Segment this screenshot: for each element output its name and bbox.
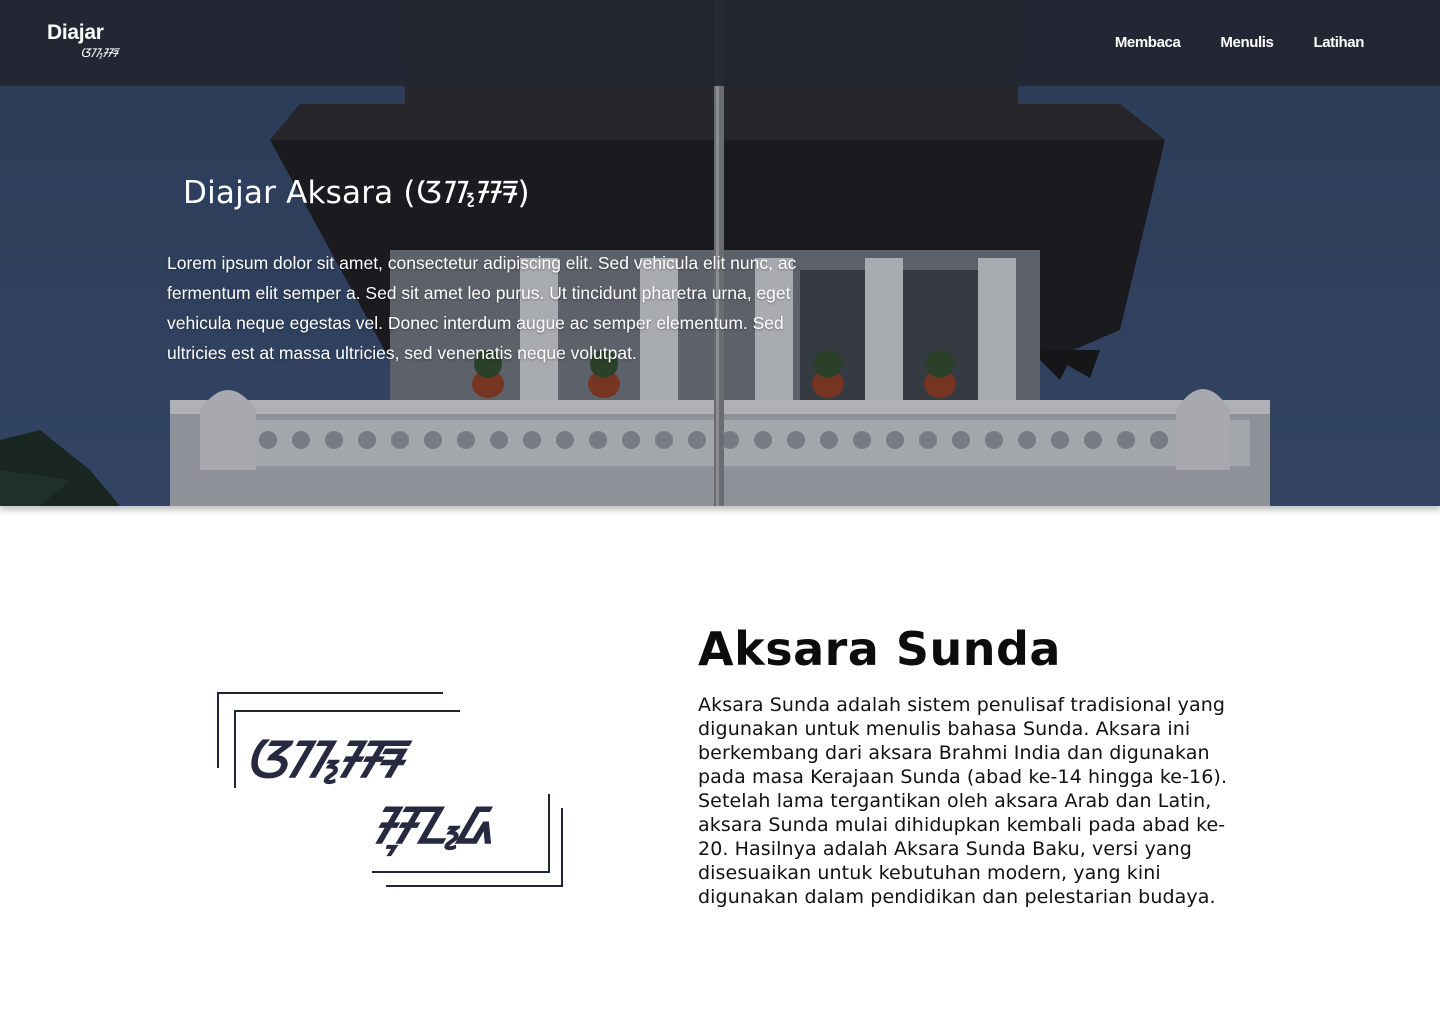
main-nav: Membaca Menulis Latihan [1115,34,1365,51]
brand-title: Diajar [47,21,104,44]
nav-link-menulis[interactable]: Menulis [1220,34,1273,51]
section-description: Aksara Sunda adalah sistem penulisaf tra… [698,694,1228,908]
logo-art-line-1: ᮃᮊ᮪ᮞᮛ [244,731,401,789]
logo-art-line-2: ᮞᮥᮔ᮪ᮓ [372,797,493,855]
nav-link-latihan[interactable]: Latihan [1313,34,1364,51]
hero-description: Lorem ipsum dolor sit amet, consectetur … [167,253,797,363]
nav-link-membaca[interactable]: Membaca [1115,34,1181,51]
hero-title: Diajar Aksara (ᮃᮊ᮪ᮞᮛ) [183,175,530,211]
navbar: Diajar ᮃᮊ᮪ᮞᮛ Membaca Menulis Latihan [0,0,1440,86]
aksara-sunda-logo-art: ᮃᮊ᮪ᮞᮛ ᮞᮥᮔ᮪ᮓ [214,690,566,890]
brand-logo[interactable]: Diajar ᮃᮊ᮪ᮞᮛ [47,20,118,60]
brand-subtitle: ᮃᮊ᮪ᮞᮛ [80,46,118,60]
section-title: Aksara Sunda [698,622,1061,676]
